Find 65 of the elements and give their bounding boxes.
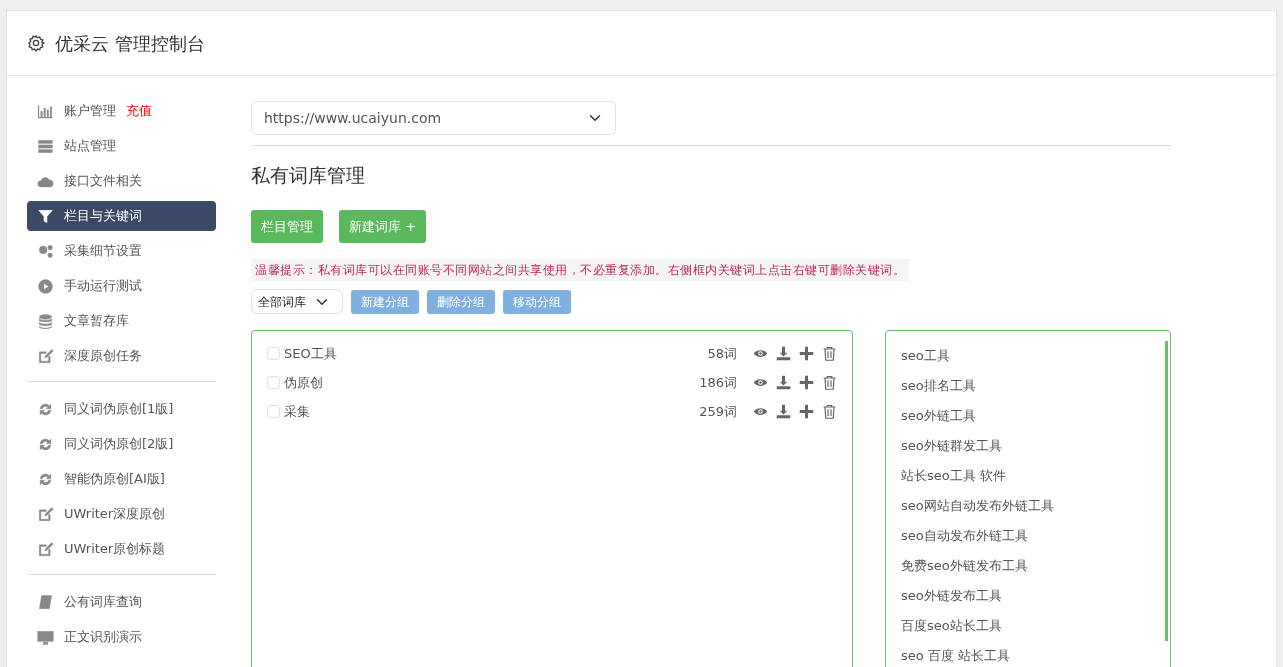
keyword-item[interactable]: seo外链发布工具 xyxy=(886,581,1170,611)
keyword-item[interactable]: seo自动发布外链工具 xyxy=(886,521,1170,551)
sidebar-item[interactable]: 账户管理 充值 xyxy=(27,96,216,126)
keyword-item[interactable]: seo排名工具 xyxy=(886,371,1170,401)
sidebar-item[interactable]: UWriter深度原创 xyxy=(27,499,216,529)
sidebar-item[interactable]: 同义词伪原创[2版] xyxy=(27,429,216,459)
sidebar-item[interactable]: 公有词库查询 xyxy=(27,587,216,617)
download-icon[interactable] xyxy=(776,346,791,361)
sidebar-item[interactable]: 深度原创任务 xyxy=(27,341,216,371)
sidebar-item[interactable]: 智能伪原创[AI版] xyxy=(27,464,216,494)
delete-icon[interactable] xyxy=(822,375,837,390)
refresh-icon xyxy=(37,470,54,488)
recharge-link[interactable]: 充值 xyxy=(126,101,152,121)
sidebar-item[interactable]: 手动运行测试 xyxy=(27,271,216,301)
delete-icon[interactable] xyxy=(822,404,837,419)
library-checkbox[interactable] xyxy=(267,405,280,418)
keyword-item[interactable]: 百度seo站长工具 xyxy=(886,611,1170,641)
edit-icon xyxy=(37,347,54,365)
monitor-icon xyxy=(37,628,54,646)
keyword-item[interactable]: seo网站自动发布外链工具 xyxy=(886,491,1170,521)
filter-icon xyxy=(37,207,54,225)
keyword-item[interactable]: seo 百度 站长工具 xyxy=(886,641,1170,667)
download-icon[interactable] xyxy=(776,375,791,390)
sidebar-item[interactable]: 采集细节设置 xyxy=(27,236,216,266)
database-icon xyxy=(37,312,54,330)
sidebar-item[interactable]: 栏目与关键词 xyxy=(27,201,216,231)
book-icon xyxy=(37,593,54,611)
keyword-item[interactable]: seo工具 xyxy=(886,341,1170,371)
keyword-item[interactable]: 站长seo工具 软件 xyxy=(886,461,1170,491)
sidebar-item[interactable]: UWriter原创标题 xyxy=(27,534,216,564)
add-icon[interactable] xyxy=(799,375,814,390)
console-title: 优采云 管理控制台 xyxy=(55,31,205,56)
library-name[interactable]: 采集 xyxy=(284,401,310,422)
library-filter-select[interactable]: 全部词库 xyxy=(251,289,343,314)
sidebar-item[interactable]: 文章暂存库 xyxy=(27,306,216,336)
library-name[interactable]: SEO工具 xyxy=(284,343,337,364)
keyword-item[interactable]: 免费seo外链发布工具 xyxy=(886,551,1170,581)
library-checkbox[interactable] xyxy=(267,347,280,360)
download-icon[interactable] xyxy=(776,404,791,419)
keyword-item[interactable]: seo外链群发工具 xyxy=(886,431,1170,461)
refresh-icon xyxy=(37,400,54,418)
add-icon[interactable] xyxy=(799,346,814,361)
tip-text: 温馨提示：私有词库可以在同账号不同网站之间共享使用，不必重复添加。右侧框内关键词上点击右键可删除关键词。 xyxy=(251,259,909,281)
refresh-icon xyxy=(37,435,54,453)
sidebar-item[interactable]: 站点管理 xyxy=(27,131,216,161)
word-count: 259词 xyxy=(699,402,737,421)
scrollbar[interactable] xyxy=(1165,341,1168,641)
page-heading: 私有词库管理 xyxy=(251,163,366,188)
sidebar-item[interactable]: 同义词伪原创[1版] xyxy=(27,394,216,424)
site-select[interactable]: https://www.ucaiyun.com xyxy=(251,101,616,135)
library-checkbox[interactable] xyxy=(267,376,280,389)
keyword-item[interactable]: seo外链工具 xyxy=(886,401,1170,431)
server-icon xyxy=(37,137,54,155)
edit-icon xyxy=(37,540,54,558)
edit-icon xyxy=(37,505,54,523)
settings-icon xyxy=(27,34,45,52)
word-count: 186词 xyxy=(699,373,737,392)
play-icon xyxy=(37,277,54,295)
library-name[interactable]: 伪原创 xyxy=(284,372,323,393)
delete-icon[interactable] xyxy=(822,346,837,361)
chart-icon xyxy=(37,102,54,120)
sidebar-item[interactable]: 接口文件相关 xyxy=(27,166,216,196)
sidebar-item[interactable]: 正文识别演示 xyxy=(27,622,216,652)
word-count: 58词 xyxy=(707,344,737,363)
add-icon[interactable] xyxy=(799,404,814,419)
